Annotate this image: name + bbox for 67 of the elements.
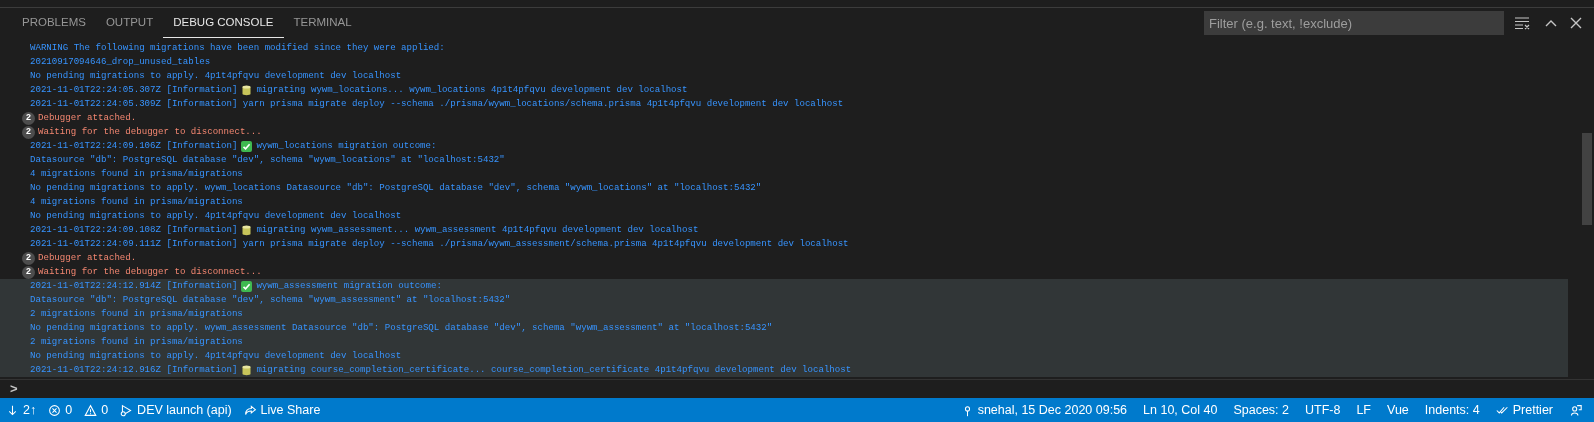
status-bar-item[interactable]: DEV launch (api) [114, 398, 238, 422]
console-log-text: migrating wywm_assessment... wywm_assessment 4p1t4pfqvu development dev localhost [256, 223, 699, 237]
arrow-down-icon [6, 403, 19, 417]
repeat-count-badge: 2 [22, 111, 35, 125]
panel-tab[interactable]: OUTPUT [95, 8, 164, 38]
share-arrow-icon [243, 403, 257, 417]
console-log-line: 20210917094646_drop_unused_tables [30, 56, 211, 67]
console-log-line: No pending migrations to apply. wywm_assessment Datasource "db": PostgreSQL database "dev", schema "wywm_assessment" at "localhost:5432" [30, 322, 773, 333]
status-bar-item[interactable]: 0 [78, 398, 115, 422]
status-bar-item[interactable]: Spaces: 2 [1227, 398, 1295, 422]
console-log-line: Datasource "db": PostgreSQL database "dev", schema "wywm_assessment" at "localhost:5432" [30, 294, 511, 305]
console-log-text: 2021-11-01T22:24:12.916Z [Information] [30, 363, 238, 377]
console-log-text: 2021-11-01T22:24:09.108Z [Information] [30, 223, 238, 237]
status-bar-item[interactable]: Indents: 4 [1418, 398, 1486, 422]
status-bar-item[interactable]: 0 [42, 398, 79, 422]
console-error-line: Debugger attached. [38, 251, 137, 265]
console-log-line: Datasource "db": PostgreSQL database "dev", schema "wywm_locations" at "localhost:5432" [30, 154, 505, 165]
scrollbar-thumb[interactable] [1582, 133, 1592, 225]
console-log-text: 2021-11-01T22:24:12.914Z [Information] [30, 279, 238, 293]
close-icon[interactable] [1570, 17, 1582, 29]
checkmark-icon [241, 280, 253, 292]
console-log-line: 2 migrations found in prisma/migrations [30, 308, 243, 319]
console-error-line: Waiting for the debugger to disconnect... [38, 265, 262, 279]
error-icon [48, 403, 62, 417]
console-log-text: wywm_assessment migration outcome: [256, 279, 442, 293]
repeat-count-badge: 2 [22, 251, 35, 265]
console-log-line: No pending migrations to apply. wywm_locations Datasource "db": PostgreSQL database "dev", schema "wywm_locations" at "localhost:5432" [30, 182, 762, 193]
console-log-text: migrating course_completion_certificate... course_completion_certificate 4p1t4pfqvu development dev localhost [256, 363, 852, 377]
console-prompt: > [10, 380, 18, 399]
clear-console-icon[interactable] [1514, 16, 1530, 30]
database-icon [242, 224, 252, 236]
console-log-line: WARNING The following migrations have been modified since they were applied: [30, 42, 445, 53]
status-bar-item[interactable]: UTF-8 [1299, 398, 1347, 422]
status-bar-item[interactable]: LF [1350, 398, 1377, 422]
panel-tab[interactable]: TERMINAL [283, 8, 362, 38]
database-icon [242, 84, 252, 96]
debug-icon [120, 403, 134, 417]
console-log-line: No pending migrations to apply. 4p1t4pfqvu development dev localhost [30, 70, 402, 81]
repeat-count-badge: 2 [22, 125, 35, 139]
status-bar-item[interactable]: Prettier [1489, 398, 1559, 422]
panel-tab[interactable]: PROBLEMS [12, 8, 96, 38]
console-log-text: 2021-11-01T22:24:05.307Z [Information] [30, 83, 238, 97]
status-bar-item[interactable]: 2↑ [0, 398, 43, 422]
console-log-line: No pending migrations to apply. 4p1t4pfqvu development dev localhost [30, 210, 402, 221]
panel-tab[interactable]: DEBUG CONSOLE [163, 8, 284, 38]
status-bar-item[interactable]: snehal, 15 Dec 2020 09:56 [954, 398, 1134, 422]
console-log-line: 2 migrations found in prisma/migrations [30, 336, 243, 347]
status-bar-item[interactable]: Live Share [237, 398, 327, 422]
console-log-line: 4 migrations found in prisma/migrations [30, 168, 243, 179]
feedback-icon [1569, 403, 1582, 417]
status-bar-item[interactable]: Vue [1381, 398, 1415, 422]
console-log-text: 2021-11-01T22:24:09.106Z [Information] [30, 139, 238, 153]
repeat-count-badge: 2 [22, 265, 35, 279]
status-bar-item[interactable]: Ln 10, Col 40 [1137, 398, 1224, 422]
chevron-up-icon[interactable] [1544, 18, 1558, 28]
database-icon [242, 364, 252, 376]
warning-icon [84, 403, 98, 417]
filter-field[interactable]: Filter (e.g. text, !exclude) [1204, 11, 1504, 35]
console-log-line: 4 migrations found in prisma/migrations [30, 196, 243, 207]
checkmark-icon [241, 140, 253, 152]
console-log-text: wywm_locations migration outcome: [256, 139, 437, 153]
console-log-line: 2021-11-01T22:24:05.309Z [Information] yarn prisma migrate deploy --schema ./prisma/wywm_locations/schema.prisma 4p1t4pfqvu development dev localhost [30, 98, 844, 109]
console-log-line: 2021-11-01T22:24:09.111Z [Information] yarn prisma migrate deploy --schema ./prisma/wywm_assessment/schema.prisma 4p1t4pfqvu development dev localhost [30, 238, 849, 249]
console-log-line: No pending migrations to apply. 4p1t4pfqvu development dev localhost [30, 350, 402, 361]
console-log-text: migrating wywm_locations... wywm_locations 4p1t4pfqvu development dev localhost [256, 83, 688, 97]
console-error-line: Debugger attached. [38, 111, 137, 125]
console-error-line: Waiting for the debugger to disconnect... [38, 125, 262, 139]
